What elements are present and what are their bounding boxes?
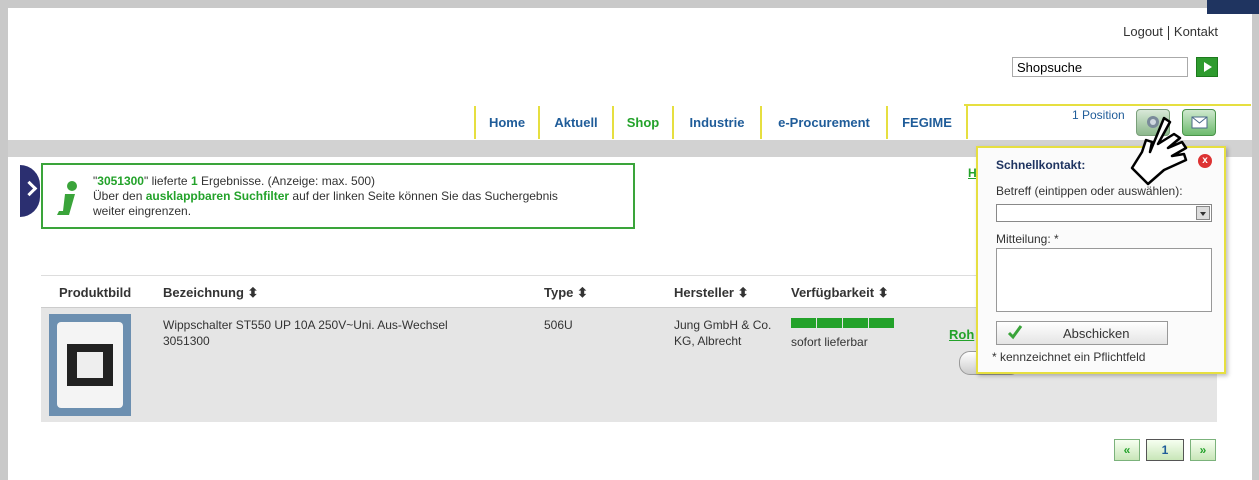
header-bezeichnung-sort[interactable]: Bezeichnung ⬍ — [163, 285, 258, 301]
header-produktbild: Produktbild — [59, 285, 132, 300]
product-article: 3051300 — [163, 334, 210, 348]
divider — [1167, 25, 1169, 40]
checkmark-icon — [1007, 325, 1023, 340]
filter-link[interactable]: ausklappbaren Suchfilter — [146, 189, 289, 203]
hand-cursor-icon — [1130, 116, 1188, 186]
header-type-sort[interactable]: Type ⬍ — [544, 285, 588, 301]
pager-page-1[interactable]: 1 — [1146, 439, 1184, 461]
tab-home[interactable]: Home — [474, 106, 538, 139]
contact-link[interactable]: Kontakt — [1174, 24, 1218, 39]
info-icon — [57, 181, 77, 215]
top-links: Logout Kontakt — [1123, 24, 1218, 40]
result-count: 1 — [190, 174, 198, 188]
availability-text: sofort lieferbar — [791, 335, 868, 349]
header-verfuegbarkeit-sort[interactable]: Verfügbarkeit ⬍ — [791, 285, 889, 301]
product-name: Wippschalter ST550 UP 10A 250V~Uni. Aus-… — [163, 318, 448, 332]
pager-prev-button[interactable]: « — [1114, 439, 1140, 461]
product-type: 506U — [544, 318, 573, 332]
tab-e-procurement[interactable]: e-Procurement — [760, 106, 886, 139]
search-go-button[interactable] — [1196, 57, 1218, 77]
product-name-cell[interactable]: Wippschalter ST550 UP 10A 250V~Uni. Aus-… — [163, 317, 448, 349]
manufacturer-cell: Jung GmbH & Co. KG, Albrecht — [674, 318, 772, 348]
search-result-info-box: "3051300" lieferte 1 Ergebnisse. (Anzeig… — [41, 163, 635, 229]
tab-industrie[interactable]: Industrie — [672, 106, 760, 139]
header-hersteller-sort[interactable]: Hersteller ⬍ — [674, 285, 748, 301]
chevron-down-icon[interactable] — [1196, 206, 1210, 220]
submit-button[interactable]: Abschicken — [996, 321, 1168, 345]
query-text: 3051300 — [97, 174, 144, 188]
availability-bar — [791, 317, 901, 328]
required-note: * kennzeichnet ein Pflichtfeld — [992, 350, 1146, 364]
info-text: "3051300" lieferte 1 Ergebnisse. (Anzeig… — [93, 174, 558, 218]
search-input[interactable] — [1012, 57, 1188, 77]
subject-select[interactable] — [996, 204, 1212, 222]
popup-title: Schnellkontakt: — [996, 158, 1086, 172]
nav-underline — [964, 104, 1251, 106]
tab-aktuell[interactable]: Aktuell — [538, 106, 612, 139]
message-textarea[interactable] — [996, 248, 1212, 312]
message-label: Mitteilung: * — [996, 232, 1059, 246]
tab-shop[interactable]: Shop — [612, 106, 672, 139]
cart-position-count[interactable]: 1 Position — [1072, 108, 1125, 122]
corner-decoration — [1207, 0, 1259, 14]
pager-next-button[interactable]: » — [1190, 439, 1216, 461]
logout-link[interactable]: Logout — [1123, 24, 1163, 39]
product-image[interactable] — [49, 314, 131, 416]
tab-fegime[interactable]: FEGIME — [886, 106, 968, 139]
product-link[interactable]: Roh — [949, 327, 974, 342]
